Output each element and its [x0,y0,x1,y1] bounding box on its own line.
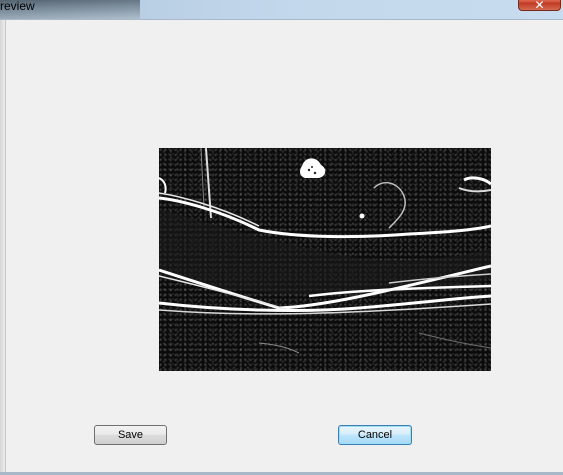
preview-image [159,148,491,371]
close-icon: ✕ [534,0,545,12]
edge-detected-image [159,148,491,354]
save-button[interactable]: Save [94,425,167,445]
left-panel-edge [0,20,6,475]
cancel-button[interactable]: Cancel [338,425,412,445]
title-bar[interactable]: review ✕ [0,0,563,19]
window-title: review [0,0,35,13]
close-button[interactable]: ✕ [518,0,561,12]
